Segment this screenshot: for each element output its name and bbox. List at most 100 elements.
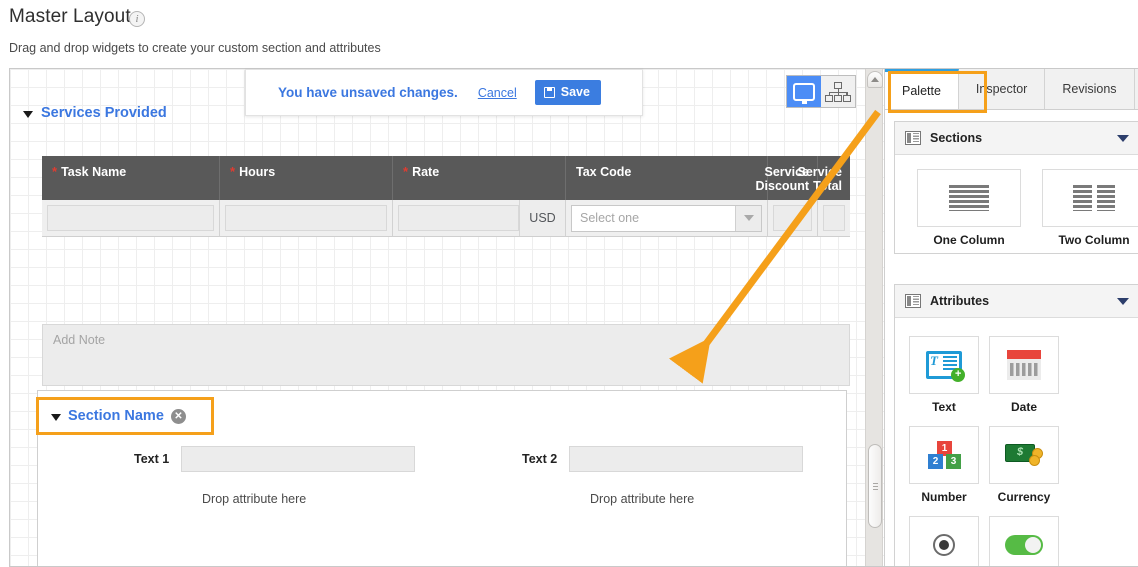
panel-tabs: Palette Inspector Revisions [885,69,1138,110]
section-name-label: Section Name [68,408,164,424]
widget-two-column[interactable]: Two Column [1042,169,1138,247]
table-header-rate[interactable]: * Rate [393,156,566,200]
page-header: Master Layout i Drag and drop widgets to… [0,0,1138,64]
accordion-attributes: Attributes T + Text Date 1 2 3 Number $ … [894,284,1138,566]
widget-radio[interactable]: Radio [909,516,979,566]
radio-attribute-icon[interactable] [909,516,979,566]
field-text-1[interactable]: Text 1 [134,446,416,472]
cell-hours[interactable] [220,200,393,237]
currency-attribute-icon[interactable] [989,426,1059,484]
chevron-down-icon[interactable] [23,110,33,118]
chevron-down-icon[interactable] [735,205,761,231]
two-column-icon[interactable] [1042,169,1138,227]
widget-label: Currency [997,490,1051,504]
tab-revisions[interactable]: Revisions [1045,69,1135,109]
tab-palette[interactable]: Palette [885,69,959,109]
widget-label: Two Column [1058,233,1130,247]
widget-text[interactable]: T + Text [909,336,979,414]
save-disk-icon [543,86,555,98]
accordion-header-sections[interactable]: Sections [895,122,1138,155]
widget-number[interactable]: 123 Number [909,426,979,504]
desktop-view-button[interactable] [787,76,821,107]
view-mode-toggle[interactable] [786,75,856,108]
chevron-down-icon[interactable] [51,413,61,421]
save-button[interactable]: Save [534,80,601,105]
table-header-task-name[interactable]: * Task Name [42,156,220,200]
unsaved-changes-message: You have unsaved changes. [278,85,458,100]
attribute-widget-list: T + Text Date 123 Number $ Currency [895,318,1138,566]
tree-view-button[interactable] [821,76,855,107]
chevron-down-icon[interactable] [1117,297,1129,305]
accordion-title: Attributes [930,294,990,308]
tax-code-placeholder: Select one [580,211,640,225]
table-row: USD Select one [42,200,850,237]
text-attribute-icon[interactable]: T + [909,336,979,394]
section-title-services-provided: Services Provided [41,105,167,121]
hierarchy-icon [825,81,851,102]
hours-input[interactable] [225,205,387,231]
field-text-2[interactable]: Text 2 [522,446,804,472]
toggle-attribute-icon[interactable] [989,516,1059,566]
master-layout-page: Master Layout i Drag and drop widgets to… [0,0,1138,567]
cell-service-total[interactable] [818,200,850,237]
text-2-input[interactable] [569,446,804,472]
drop-hint-text-2: Drop attribute here [590,492,695,506]
layout-icon [905,294,921,308]
column-label: Service Total [797,165,842,193]
layout-icon [905,131,921,145]
date-attribute-icon[interactable] [989,336,1059,394]
remove-section-icon[interactable]: ✕ [170,408,186,424]
cell-task-name[interactable] [42,200,220,237]
cancel-link[interactable]: Cancel [478,86,517,100]
cell-tax-code[interactable]: Select one [566,200,768,237]
widget-label: Date [1010,400,1037,414]
number-attribute-icon[interactable]: 123 [909,426,979,484]
monitor-icon [793,82,815,104]
text-1-input[interactable] [181,446,416,472]
vertical-scroll-thumb[interactable] [868,444,882,528]
rate-input[interactable] [398,205,519,231]
widget-label: Number [921,490,967,504]
canvas-vertical-scrollbar[interactable] [865,69,883,566]
info-icon[interactable]: i [129,11,145,27]
column-label: Task Name [61,165,127,179]
scroll-up-arrow-icon[interactable] [867,71,883,88]
service-total-input[interactable] [823,205,845,231]
palette-panel: Palette Inspector Revisions Sections One… [884,69,1138,566]
table-header-row: * Task Name * Hours * Rate Tax Code Serv… [42,156,850,200]
section-name-header[interactable]: Section Name ✕ [36,397,214,435]
tab-inspector[interactable]: Inspector [958,69,1046,109]
widget-toggle[interactable]: Toggle [989,516,1059,566]
cell-service-discount[interactable] [768,200,818,237]
table-header-tax-code[interactable]: Tax Code [566,156,768,200]
task-name-input[interactable] [47,205,214,231]
table-header-hours[interactable]: * Hours [220,156,393,200]
page-subtitle: Drag and drop widgets to create your cus… [9,41,381,55]
widget-currency[interactable]: Currency [989,426,1059,504]
field-label: Text 2 [522,452,558,466]
accordion-header-attributes[interactable]: Attributes [895,285,1138,318]
layout-builder-workarea: Services Provided * Task Name * Hours * … [9,68,1138,567]
widget-date[interactable]: Date [989,336,1059,414]
required-asterisk: * [52,164,58,179]
accordion-sections: Sections One Column Two Column [894,121,1138,254]
rate-currency-label: USD [519,200,565,236]
required-asterisk: * [403,164,409,179]
tax-code-select[interactable]: Select one [571,204,762,232]
layout-canvas[interactable]: Services Provided * Task Name * Hours * … [10,69,856,566]
widget-one-column[interactable]: One Column [917,169,1021,247]
field-label: Text 1 [134,452,170,466]
section-header-services-provided[interactable]: Services Provided [23,105,167,121]
service-discount-input[interactable] [773,205,812,231]
table-header-service-total[interactable]: Service Total [798,156,850,200]
chevron-down-icon[interactable] [1117,134,1129,142]
one-column-icon[interactable] [917,169,1021,227]
cell-rate[interactable]: USD [393,200,566,237]
column-label: Hours [239,165,276,179]
drop-hint-text-1: Drop attribute here [202,492,307,506]
required-asterisk: * [230,164,236,179]
add-note-placeholder: Add Note [53,333,106,347]
add-note-field[interactable]: Add Note [42,324,850,386]
services-table: * Task Name * Hours * Rate Tax Code Serv… [42,156,850,239]
widget-label: Text [932,400,956,414]
